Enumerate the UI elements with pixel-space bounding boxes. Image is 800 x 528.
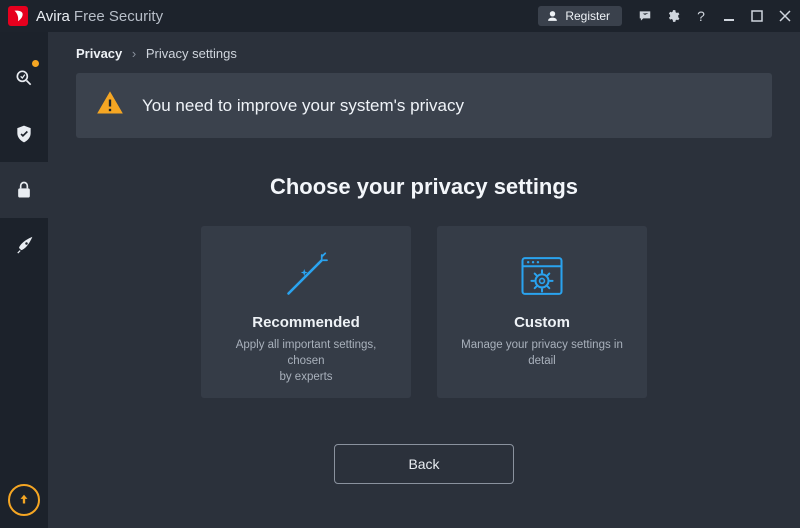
sidebar-item-security[interactable]	[0, 106, 48, 162]
back-button[interactable]: Back	[334, 444, 514, 484]
alert-message: You need to improve your system's privac…	[142, 96, 464, 116]
card-recommended-title: Recommended	[252, 314, 360, 331]
section-title: Choose your privacy settings	[76, 174, 772, 200]
register-label: Register	[565, 9, 610, 23]
sidebar-item-performance[interactable]	[0, 218, 48, 274]
card-custom-sub: Manage your privacy settings in detail	[461, 337, 623, 369]
minimize-icon[interactable]	[722, 9, 736, 23]
warning-icon	[96, 89, 124, 122]
sidebar-item-status[interactable]	[0, 50, 48, 106]
card-custom-title: Custom	[514, 314, 570, 331]
notification-badge	[32, 60, 39, 67]
brand-name: Avira	[36, 8, 70, 25]
maximize-icon[interactable]	[750, 9, 764, 23]
sidebar-upgrade-button[interactable]	[8, 484, 40, 516]
avira-logo	[8, 6, 28, 26]
card-recommended-sub: Apply all important settings, chosen by …	[217, 337, 395, 385]
settings-window-icon	[516, 248, 568, 304]
card-recommended[interactable]: Recommended Apply all important settings…	[201, 226, 411, 398]
option-cards: Recommended Apply all important settings…	[76, 226, 772, 398]
feedback-icon[interactable]	[638, 9, 652, 23]
card-custom[interactable]: Custom Manage your privacy settings in d…	[437, 226, 647, 398]
brand-sub: Free Security	[74, 8, 163, 25]
register-button[interactable]: Register	[538, 6, 622, 26]
sidebar	[0, 32, 48, 528]
close-icon[interactable]	[778, 9, 792, 23]
privacy-alert: You need to improve your system's privac…	[76, 73, 772, 138]
help-icon[interactable]: ?	[694, 9, 708, 23]
breadcrumb-root[interactable]: Privacy	[76, 46, 122, 61]
breadcrumb-current: Privacy settings	[146, 46, 237, 61]
titlebar: Avira Free Security Register ?	[0, 0, 800, 32]
user-icon	[546, 10, 559, 23]
sidebar-item-privacy[interactable]	[0, 162, 48, 218]
main-content: Privacy › Privacy settings You need to i…	[48, 32, 800, 528]
wand-icon	[278, 248, 334, 304]
breadcrumb: Privacy › Privacy settings	[76, 46, 772, 61]
back-label: Back	[408, 456, 439, 472]
settings-icon[interactable]	[666, 9, 680, 23]
chevron-right-icon: ›	[132, 46, 136, 61]
